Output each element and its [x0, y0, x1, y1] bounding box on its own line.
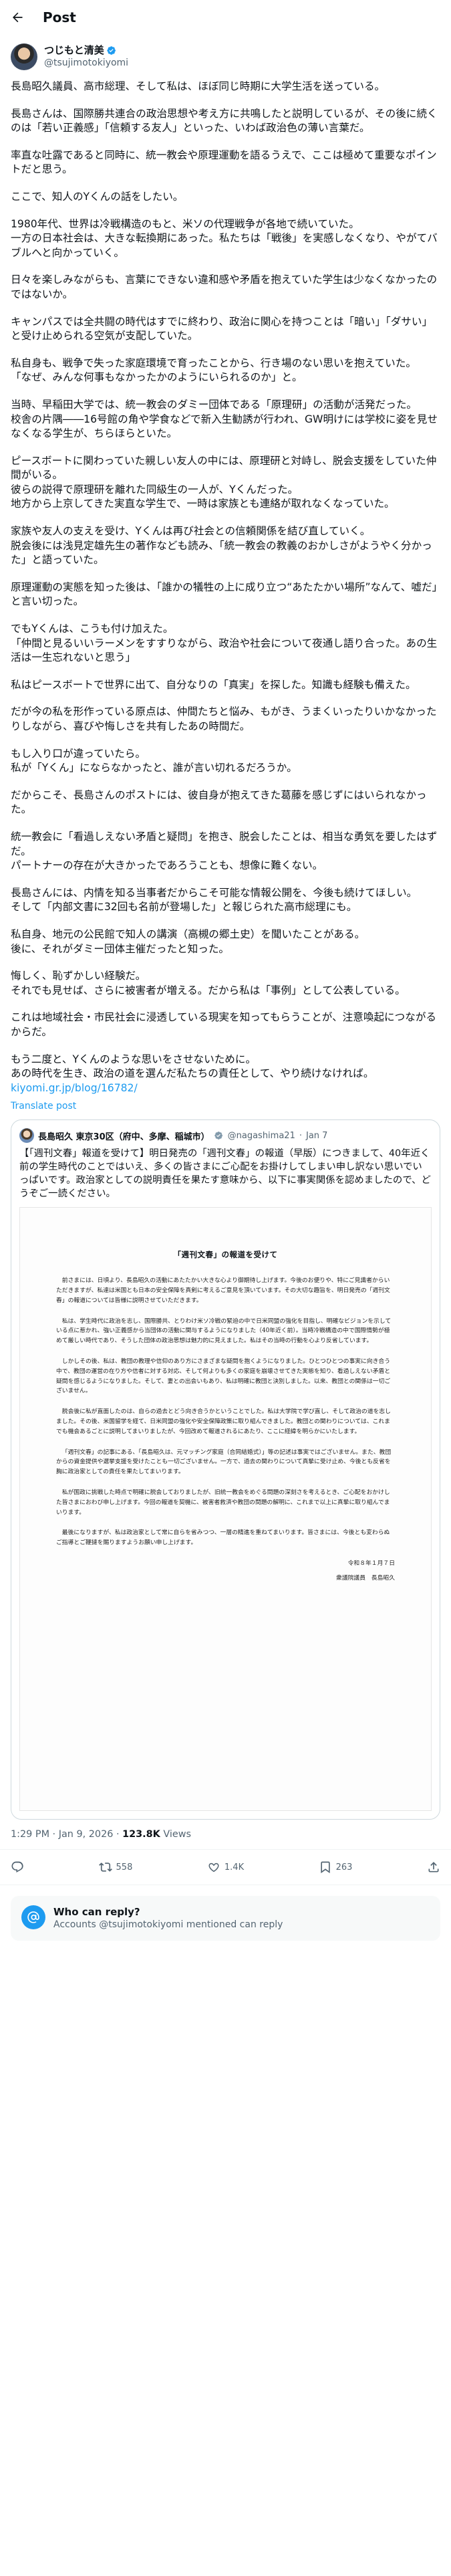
- reply-restriction-subtitle: Accounts @tsujimotokiyomi mentioned can …: [53, 1919, 283, 1931]
- document-paragraph: 私は、学生時代に政治を志し、国際勝共、とりわけ米ソ冷戦の緊迫の中で日米同盟の強化…: [56, 1317, 392, 1345]
- post-paragraph: でもYくんは、こうも付け加えた。 「仲間と見るいいラーメンをすすりながら、政治や…: [11, 623, 438, 664]
- post-paragraph: これは地域社会・市民社会に浸透している現実を知ってもらうことが、注意喚起につなが…: [11, 1011, 437, 1038]
- repost-icon: [98, 1862, 112, 1872]
- repost-button[interactable]: 558: [98, 1860, 133, 1874]
- verified-badge-icon: [106, 45, 116, 56]
- views-count: 123.8K: [122, 1829, 160, 1840]
- post-paragraph: 家族や友人の支えを受け、Yくんは再び社会との信頼関係を結び直していく。 脱会後に…: [11, 525, 432, 566]
- document-title: 「週刊文春」の報道を受けて: [173, 1250, 278, 1260]
- author-names: つじもと清美 @tsujimotokiyomi: [44, 44, 440, 70]
- post-paragraph: 私はピースボートで世界に出て、自分なりの「真実」を探した。知識も経験も備えた。: [11, 678, 416, 691]
- top-bar: Post: [0, 0, 451, 35]
- quoted-handle: @nagashima21: [227, 1130, 295, 1141]
- post-paragraph: 統一教会に「看過しえない矛盾と疑問」を抱き、脱会したことは、相当な勇気を要したは…: [11, 830, 438, 872]
- document-paragraph: しかしその後、私は、教団の教理や信仰のあり方にさまざまな疑問を抱くようになりまし…: [56, 1358, 391, 1395]
- post-paragraph: ここで、知人のYくんの話をしたい。: [11, 190, 184, 203]
- bookmark-icon: [320, 1861, 330, 1874]
- document-paragraph: 私が国政に挑戦した時点で明確に脱会しておりましたが、旧統一教会をめぐる問題の深刻…: [56, 1489, 390, 1516]
- share-icon: [428, 1862, 439, 1872]
- like-count: 1.4K: [224, 1862, 245, 1872]
- like-button[interactable]: 1.4K: [207, 1860, 244, 1874]
- heart-icon: [208, 1863, 219, 1872]
- document-paragraph: 最後になりますが、私は政治家として常に自らを省みつつ、一層の精進を重ねてまいりま…: [56, 1529, 390, 1547]
- bookmark-count: 263: [335, 1862, 353, 1872]
- post-paragraph: ピースボートに関わっていた親しい友人の中には、原理研と対峙し、脱会支援をしていた…: [11, 454, 437, 510]
- reply-button[interactable]: [11, 1860, 24, 1874]
- post-paragraph: 悔しく、恥ずかしい経験だ。 それでも見せば、さらに被害者が増える。だから私は「事…: [11, 970, 406, 996]
- post-paragraph: 当時、早稲田大学では、統一教会のダミー団体である「原理研」の活動が活発だった。 …: [11, 398, 438, 440]
- page-title: Post: [43, 9, 76, 25]
- handle[interactable]: @tsujimotokiyomi: [44, 57, 440, 70]
- share-button[interactable]: [427, 1860, 440, 1874]
- post-meta: 1:29 PM · Jan 9, 2026 · 123.8K Views: [0, 1820, 451, 1850]
- author-row: つじもと清美 @tsujimotokiyomi: [0, 35, 451, 70]
- translate-post-link[interactable]: Translate post: [0, 1095, 451, 1111]
- post-paragraph: 長島昭久議員、高市総理、そして私は、ほぼ同じ時期に大学生活を送っている。: [11, 80, 386, 92]
- post-paragraph: 日々を楽しみながらも、言葉にできない違和感や矛盾を抱えていた学生は少なくなかった…: [11, 274, 438, 300]
- reply-restriction-title: Who can reply?: [53, 1906, 140, 1919]
- post-paragraph: だが今の私を形作っている原点は、仲間たちと悩み、もがき、うまくいったりいかなかっ…: [11, 706, 437, 732]
- post-paragraph: 長島さんは、国際勝共連合の政治思想や考え方に共鳴したと説明しているが、その後に続…: [11, 107, 438, 134]
- document-paragraph: 脱会後に私が直面したのは、自らの過去とどう向き合うかということでした。私は大学院…: [56, 1408, 391, 1435]
- post-link[interactable]: kiyomi.gr.jp/blog/16782/: [0, 1081, 451, 1096]
- quoted-post[interactable]: 長島昭久 東京30区（府中、多摩、稲城市） @nagashima21 · Jan…: [11, 1119, 440, 1820]
- at-mention-icon: [21, 1905, 45, 1930]
- document-body: 前さまには、日頃より、長島昭久の活動にあたたかい大きな心より御期待し上げます。今…: [56, 1276, 395, 1548]
- post-paragraph: もう二度と、Yくんのような思いをさせないために。 あの時代を生き、政治の道を選ん…: [11, 1053, 374, 1080]
- back-arrow-icon[interactable]: [11, 11, 24, 24]
- document-paragraph: 「週刊文春」の記事にある、「長島昭久は、元マッチング家庭（合同結婚式）」等の記述…: [56, 1448, 392, 1476]
- reply-icon: [11, 1861, 23, 1873]
- reply-restriction-notice: Who can reply? Accounts @tsujimotokiyomi…: [11, 1896, 440, 1941]
- quoted-verified-badge-icon: [214, 1131, 224, 1141]
- quoted-separator: ·: [299, 1130, 302, 1141]
- document-date: 令和８年１月７日: [347, 1560, 395, 1568]
- post-paragraph: だからこそ、長島さんのポストには、彼自身が抱えてきた葛藤を感じずにはいられなかっ…: [11, 788, 427, 816]
- quoted-text: 【「週刊文春」報道を受けて】明日発売の「週刊文春」の報道（早版）につきまして、4…: [19, 1148, 431, 1200]
- document-signature: 衆議院議員 長島昭久: [336, 1575, 395, 1582]
- post-paragraph: 長島さんには、内情を知る当事者だからこそ可能な情報公開を、今後も続けてほしい。 …: [11, 886, 418, 914]
- post-paragraph: 私自身も、戦争で失った家庭環境で育ったことから、行き場のない思いを抱えていた。 …: [11, 356, 416, 384]
- document-paragraph: 前さまには、日頃より、長島昭久の活動にあたたかい大きな心より御期待し上げます。今…: [56, 1277, 390, 1304]
- views-label: Views: [163, 1829, 192, 1840]
- action-bar: 558 1.4K 263: [0, 1850, 451, 1886]
- quoted-document-image[interactable]: 「週刊文春」の報道を受けて 前さまには、日頃より、長島昭久の活動にあたたかい大き…: [19, 1207, 432, 1812]
- display-name-row[interactable]: つじもと清美: [44, 44, 440, 57]
- post-paragraph: 率直な吐露であると同時に、統一教会や原理運動を語るうえで、ここは極めて重要なポイ…: [11, 148, 437, 176]
- bookmark-button[interactable]: 263: [319, 1860, 353, 1874]
- post-paragraph: 原理運動の実態を知った後は、「誰かの犠牲の上に成り立つ“あたたかい場所”なんて、…: [11, 580, 438, 608]
- quoted-display-name: 長島昭久 東京30区（府中、多摩、稲城市）: [38, 1132, 210, 1142]
- quoted-post-header: 長島昭久 東京30区（府中、多摩、稲城市） @nagashima21 · Jan…: [11, 1120, 440, 1146]
- avatar[interactable]: [11, 43, 37, 70]
- post-paragraph: 私自身、地元の公民館で知人の講演（高槻の郷土史）を聞いたことがある。 後に、それ…: [11, 928, 365, 955]
- post-paragraph: もし入り口が違っていたら。 私が「Yくん」にならなかったと、誰が言い切れるだろう…: [11, 747, 297, 774]
- quoted-avatar: [19, 1128, 34, 1144]
- post-body: 長島昭久議員、高市総理、そして私は、ほぼ同じ時期に大学生活を送っている。長島さん…: [0, 70, 451, 1081]
- reply-restriction-text: Who can reply? Accounts @tsujimotokiyomi…: [53, 1905, 283, 1931]
- post-paragraph: キャンパスでは全共闘の時代はすでに終わり、政治に関心を持つことは「暗い」「ダサい…: [11, 315, 433, 342]
- post-timestamp[interactable]: 1:29 PM · Jan 9, 2026: [11, 1829, 113, 1840]
- post-paragraph: 1980年代、世界は冷戦構造のもと、米ソの代理戦争が各地で続いていた。 一方の日…: [11, 217, 438, 259]
- display-name[interactable]: つじもと清美: [44, 44, 104, 57]
- repost-count: 558: [116, 1862, 133, 1872]
- quoted-date: Jan 7: [306, 1130, 328, 1141]
